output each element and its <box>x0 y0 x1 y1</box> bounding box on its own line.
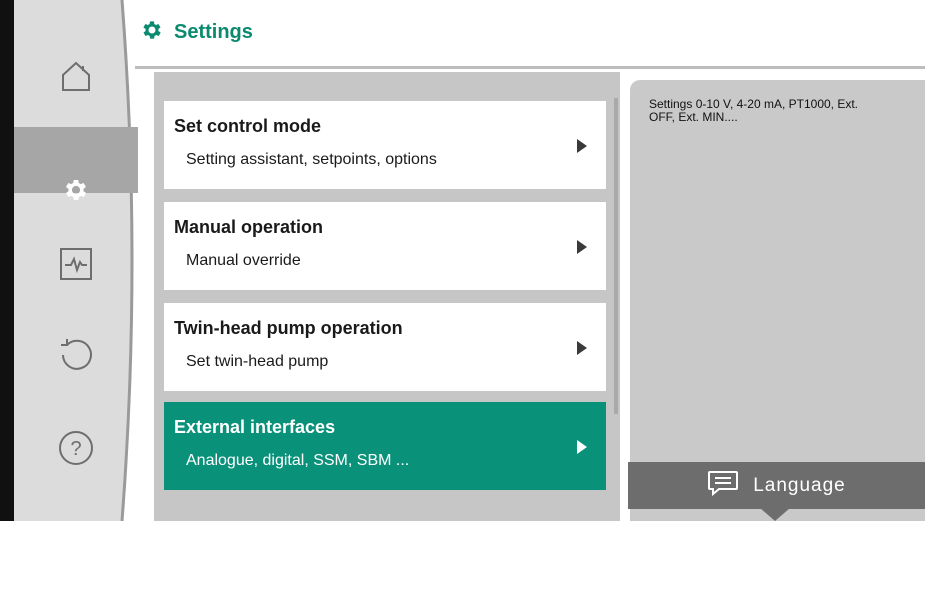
info-text: Settings 0-10 V, 4-20 mA, PT1000, Ext. O… <box>649 97 859 124</box>
device-edge <box>0 0 14 521</box>
svg-text:?: ? <box>70 438 81 460</box>
gear-icon <box>62 176 90 204</box>
menu-item-title: Twin-head pump operation <box>174 318 403 338</box>
menu-item-subtitle: Manual override <box>186 252 301 269</box>
menu-item-manual-operation[interactable]: Manual operation Manual override <box>164 202 606 290</box>
sidebar: ? <box>14 0 154 521</box>
scrollbar[interactable] <box>614 98 618 414</box>
chat-icon <box>707 470 739 501</box>
menu-item-title: Manual operation <box>174 217 324 237</box>
gear-icon <box>140 18 164 47</box>
menu-item-set-control-mode[interactable]: Set control mode Setting assistant, setp… <box>164 101 606 189</box>
chevron-right-icon <box>577 440 587 459</box>
menu-item-subtitle: Set twin-head pump <box>186 353 329 370</box>
language-button-label: Language <box>753 474 846 496</box>
menu-item-external-interfaces[interactable]: External interfaces Analogue, digital, S… <box>164 402 606 490</box>
page-title: Settings <box>174 20 253 43</box>
menu-item-subtitle: Analogue, digital, SSM, SBM ... <box>186 452 410 469</box>
header-divider <box>135 66 925 69</box>
info-panel: Settings 0-10 V, 4-20 mA, PT1000, Ext. O… <box>630 80 925 521</box>
menu-item-twin-head-pump[interactable]: Twin-head pump operation Set twin-head p… <box>164 303 606 391</box>
menu-list: Set control mode Setting assistant, setp… <box>154 72 620 593</box>
menu-item-title: External interfaces <box>174 417 336 437</box>
menu-item-title: Set control mode <box>174 116 322 136</box>
help-icon: ? <box>57 429 95 467</box>
home-icon <box>59 59 93 93</box>
sidebar-item-settings[interactable] <box>14 127 138 223</box>
chevron-right-icon <box>577 240 587 259</box>
sidebar-item-diagnostics[interactable] <box>14 218 138 310</box>
language-pointer-icon <box>760 508 790 526</box>
menu-item-subtitle: Setting assistant, setpoints, options <box>186 151 437 168</box>
language-button[interactable]: Language <box>628 462 925 509</box>
diagnostics-icon <box>58 246 94 282</box>
sidebar-item-home[interactable] <box>14 30 138 122</box>
sidebar-item-undo[interactable] <box>14 308 138 400</box>
chevron-right-icon <box>577 139 587 158</box>
scroll-down-icon[interactable] <box>516 580 538 598</box>
chevron-right-icon <box>577 341 587 360</box>
sidebar-item-help[interactable]: ? <box>14 402 138 494</box>
page-header: Settings <box>140 12 253 52</box>
undo-icon <box>57 335 95 373</box>
